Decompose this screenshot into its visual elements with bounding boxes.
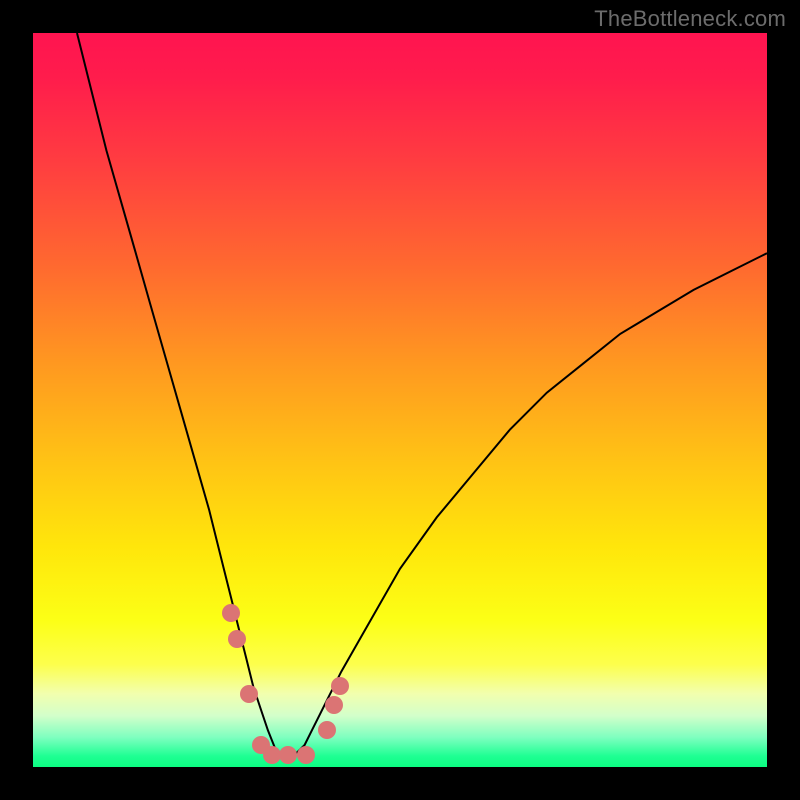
plot-area [33,33,767,767]
marker-dot [331,677,349,695]
watermark-text: TheBottleneck.com [594,6,786,32]
chart-frame: TheBottleneck.com [0,0,800,800]
marker-dot [228,630,246,648]
marker-dot [325,696,343,714]
marker-dot [240,685,258,703]
marker-layer [33,33,767,767]
marker-dot [279,746,297,764]
marker-dot [297,746,315,764]
marker-dot [222,604,240,622]
marker-dot [318,721,336,739]
